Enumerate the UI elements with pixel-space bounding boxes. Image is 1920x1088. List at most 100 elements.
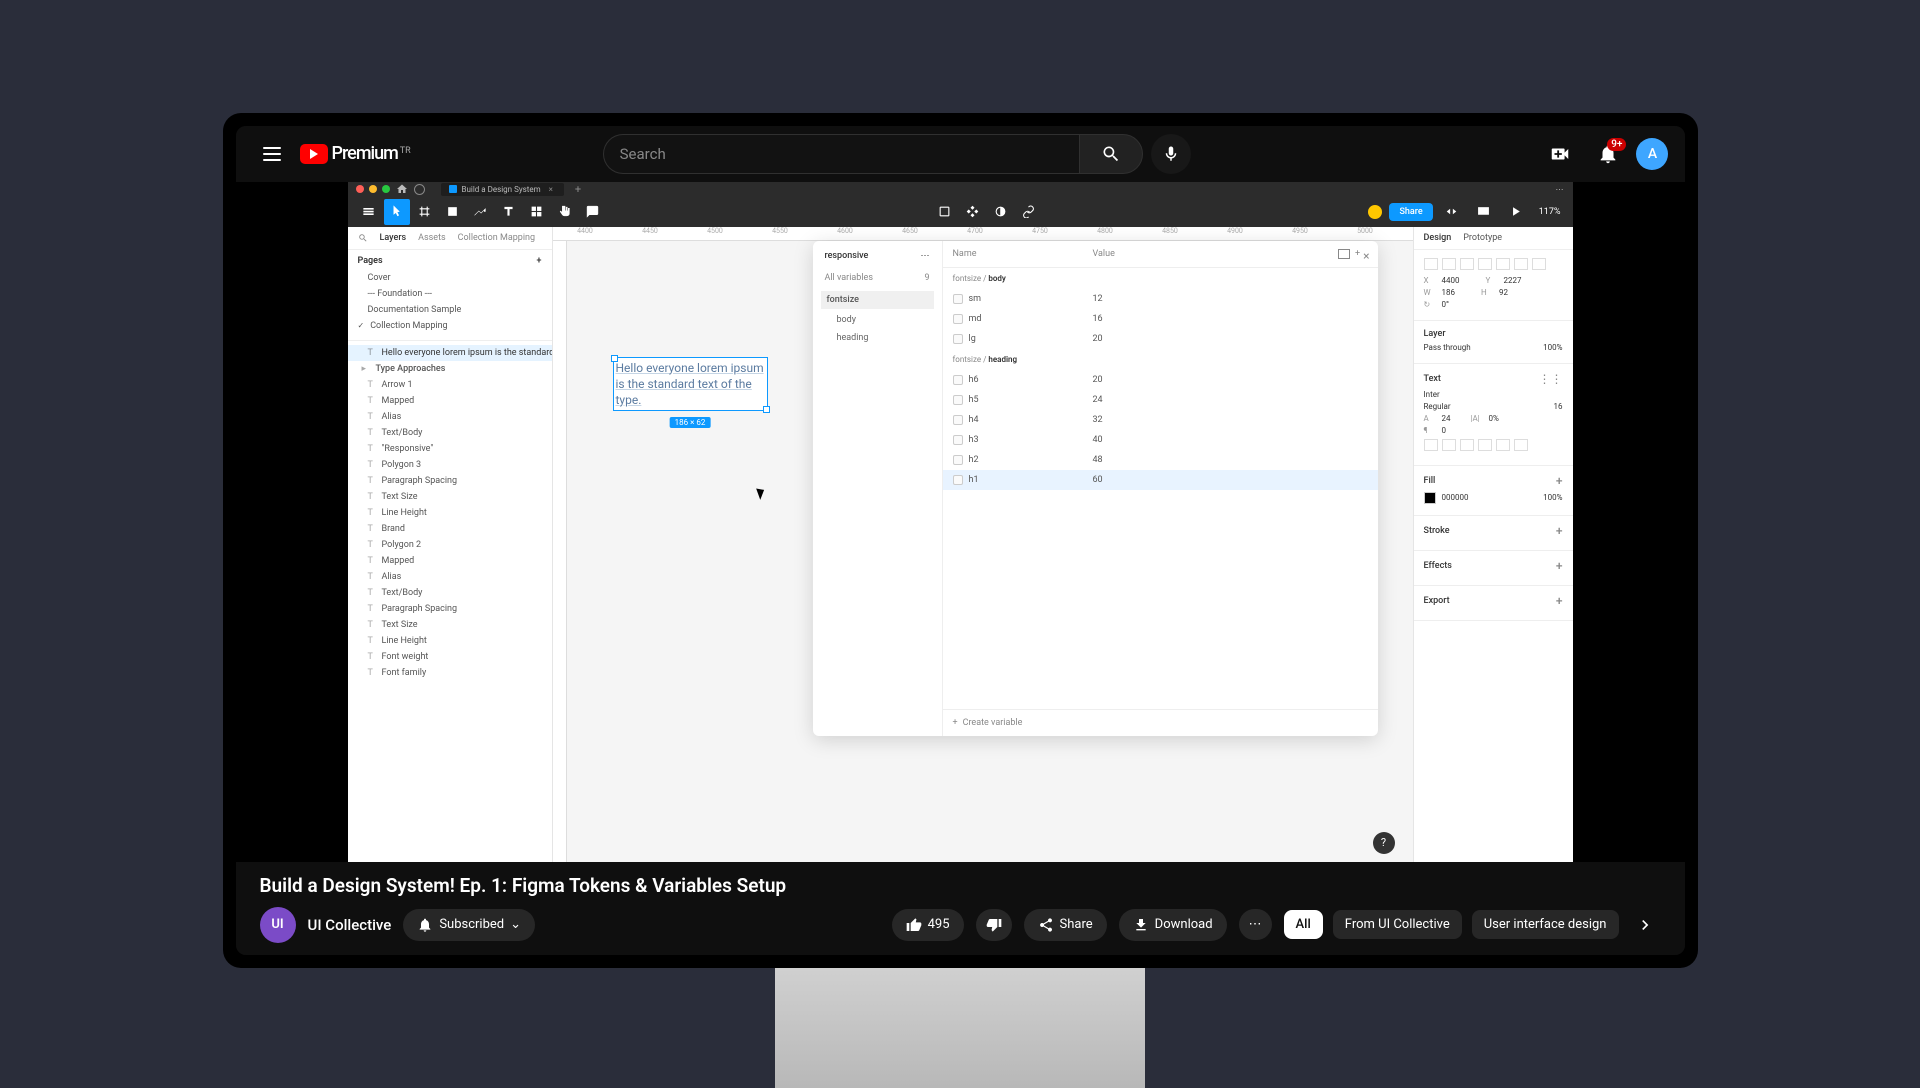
variable-subgroup[interactable]: body (821, 311, 934, 329)
variable-row[interactable]: h524 (943, 390, 1378, 410)
resources-tool[interactable] (524, 199, 550, 225)
window-controls[interactable] (356, 185, 390, 193)
frame-tool[interactable] (412, 199, 438, 225)
variable-row[interactable]: md16 (943, 309, 1378, 329)
layer-item[interactable]: TMapped (348, 393, 552, 409)
layer-item[interactable]: TLine Height (348, 633, 552, 649)
variable-row[interactable]: lg20 (943, 329, 1378, 349)
voice-search-button[interactable] (1151, 134, 1191, 174)
align-controls[interactable] (1424, 258, 1563, 270)
add-export-button[interactable]: + (1556, 594, 1563, 608)
home-icon[interactable] (396, 183, 408, 195)
share-button[interactable]: Share (1389, 203, 1432, 221)
page-item[interactable]: Cover (358, 270, 542, 286)
close-panel-button[interactable]: × (1363, 249, 1369, 263)
chips-next-button[interactable] (1629, 909, 1661, 941)
line-height[interactable]: 24 (1442, 414, 1451, 423)
pen-tool[interactable] (468, 199, 494, 225)
assets-tab[interactable]: Assets (418, 233, 446, 243)
align-tool[interactable] (931, 199, 957, 225)
prototype-tab[interactable]: Prototype (1463, 233, 1502, 243)
layer-group[interactable]: ▸Type Approaches (348, 361, 552, 377)
link-tool[interactable] (1015, 199, 1041, 225)
search-button[interactable] (1079, 134, 1143, 174)
notifications-button[interactable]: 9+ (1588, 134, 1628, 174)
account-avatar[interactable]: A (1636, 138, 1668, 170)
close-tab-button[interactable]: × (546, 185, 556, 194)
channel-name[interactable]: UI Collective (308, 916, 392, 934)
layer-item[interactable]: TText Size (348, 489, 552, 505)
layer-item[interactable]: TText Size (348, 617, 552, 633)
share-button[interactable]: Share (1024, 909, 1107, 941)
blend-mode[interactable]: Pass through (1424, 343, 1538, 352)
create-variable-button[interactable]: +Create variable (943, 709, 1378, 736)
new-tab-button[interactable]: + (570, 183, 586, 196)
download-button[interactable]: Download (1119, 909, 1227, 941)
chip-topic[interactable]: User interface design (1472, 910, 1619, 939)
x-value[interactable]: 4400 (1442, 276, 1460, 285)
present-button[interactable] (1471, 199, 1497, 225)
variable-row[interactable]: h620 (943, 370, 1378, 390)
more-actions-button[interactable]: ⋯ (1239, 909, 1272, 940)
channel-avatar[interactable]: UI (260, 907, 296, 943)
zoom-level[interactable]: 117% (1535, 207, 1565, 217)
chip-all[interactable]: All (1284, 910, 1323, 939)
shape-tool[interactable] (440, 199, 466, 225)
dislike-button[interactable] (976, 909, 1012, 941)
layer-item[interactable]: TLine Height (348, 505, 552, 521)
page-item-selected[interactable]: Collection Mapping (358, 318, 542, 334)
help-button[interactable]: ? (1373, 832, 1395, 854)
variable-subgroup[interactable]: heading (821, 329, 934, 347)
layer-item[interactable]: TArrow 1 (348, 377, 552, 393)
layer-item[interactable]: TBrand (348, 521, 552, 537)
font-family[interactable]: Inter (1424, 390, 1440, 399)
layer-opacity[interactable]: 100% (1543, 343, 1562, 352)
fill-hex[interactable]: 000000 (1442, 493, 1469, 502)
youtube-logo[interactable]: Premium TR (300, 143, 411, 164)
layer-item[interactable]: TText/Body (348, 585, 552, 601)
fill-opacity[interactable]: 100% (1543, 493, 1562, 502)
add-page-button[interactable]: + (537, 256, 542, 266)
rotation-value[interactable]: 0° (1442, 300, 1449, 309)
file-tab[interactable]: Build a Design System × (441, 183, 564, 196)
component-tool[interactable] (959, 199, 985, 225)
layer-item[interactable]: TAlias (348, 409, 552, 425)
add-stroke-button[interactable]: + (1556, 524, 1563, 538)
letter-spacing[interactable]: 0% (1489, 414, 1499, 423)
collection-mapping-tab[interactable]: Collection Mapping (458, 233, 535, 243)
text-tool[interactable] (496, 199, 522, 225)
collection-selector[interactable]: responsive⋯ (821, 249, 934, 263)
variable-row[interactable]: sm12 (943, 289, 1378, 309)
recent-icon[interactable] (414, 184, 425, 195)
variable-group[interactable]: fontsize (821, 291, 934, 309)
subscribe-button[interactable]: Subscribed ⌄ (403, 909, 535, 941)
layer-item[interactable]: TText/Body (348, 425, 552, 441)
collaborator-avatar[interactable] (1367, 204, 1383, 220)
layer-item[interactable]: TFont family (348, 665, 552, 681)
add-fill-button[interactable]: + (1556, 474, 1563, 488)
layer-item[interactable]: TAlias (348, 569, 552, 585)
mask-tool[interactable] (987, 199, 1013, 225)
like-button[interactable]: 495 (892, 909, 964, 941)
layer-item[interactable]: TFont weight (348, 649, 552, 665)
paragraph-spacing[interactable]: 0 (1442, 426, 1447, 435)
layer-item[interactable]: T"Responsive" (348, 441, 552, 457)
page-item[interactable]: Documentation Sample (358, 302, 542, 318)
main-menu-button[interactable] (356, 199, 382, 225)
variable-row[interactable]: h340 (943, 430, 1378, 450)
design-tab[interactable]: Design (1424, 233, 1452, 243)
create-button[interactable] (1540, 134, 1580, 174)
selected-text-frame[interactable]: Hello everyone lorem ipsum is the standa… (613, 357, 768, 412)
variable-row[interactable]: h432 (943, 410, 1378, 430)
layout-toggle-icon[interactable] (1338, 249, 1350, 259)
chip-from-channel[interactable]: From UI Collective (1333, 910, 1462, 939)
dev-mode-button[interactable] (1439, 199, 1465, 225)
layer-selected[interactable]: THello everyone lorem ipsum is the stand… (348, 345, 552, 361)
more-menu[interactable]: ⋯ (1556, 185, 1565, 194)
font-weight[interactable]: Regular (1424, 402, 1548, 411)
variable-row[interactable]: h160 (943, 470, 1378, 490)
text-align-controls[interactable] (1424, 439, 1563, 451)
video-player[interactable]: Build a Design System × + ⋯ Share 117% (236, 182, 1685, 862)
figma-canvas[interactable]: 4400445045004550460046504700475048004850… (553, 227, 1413, 862)
layer-item[interactable]: TParagraph Spacing (348, 601, 552, 617)
